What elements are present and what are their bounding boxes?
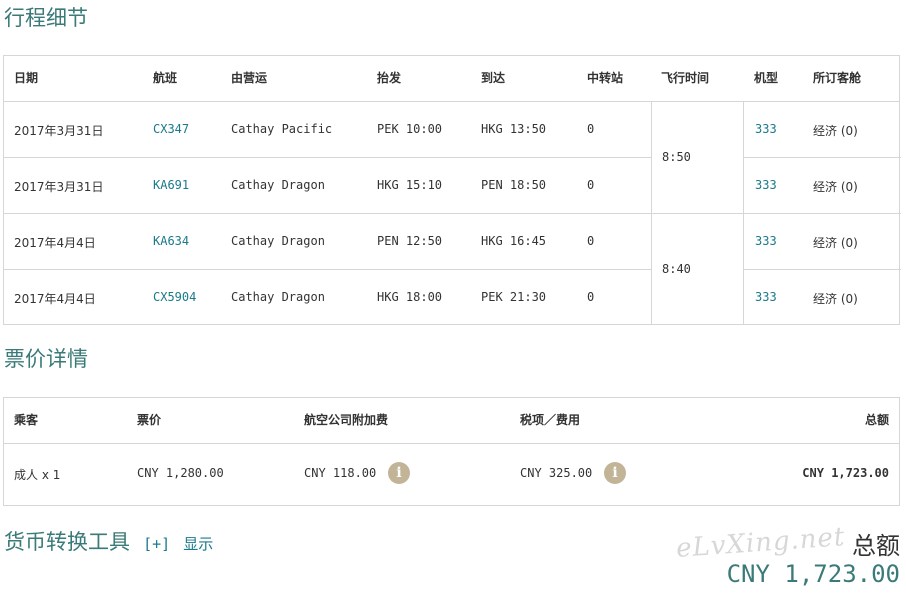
header-fare: 票价 — [137, 413, 162, 427]
row-divider — [4, 157, 651, 158]
aircraft-link[interactable]: 333 — [755, 122, 777, 136]
fare-amount: CNY 1,280.00 — [137, 466, 224, 480]
row-depart: HKG 15:10 — [377, 178, 443, 192]
info-icon[interactable]: i — [604, 462, 626, 484]
row-stops: 0 — [587, 122, 595, 136]
row-date: 2017年4月4日 — [14, 292, 96, 306]
row-arrive: HKG 16:45 — [481, 234, 547, 248]
converter-show-link[interactable]: 显示 — [183, 535, 213, 553]
flight-link[interactable]: KA634 — [153, 234, 189, 248]
watermark: eLvXing.net — [675, 522, 847, 564]
header-arrive: 到达 — [481, 71, 506, 85]
row-arrive: HKG 13:50 — [481, 122, 547, 136]
flight-link[interactable]: CX347 — [153, 122, 189, 136]
row-date: 2017年4月4日 — [14, 236, 96, 250]
header-surcharge: 航空公司附加费 — [304, 413, 389, 427]
row-depart: PEK 10:00 — [377, 122, 443, 136]
row-stops: 0 — [587, 234, 595, 248]
header-total: 总额 — [864, 413, 889, 427]
row-date: 2017年3月31日 — [14, 180, 104, 194]
row-depart: PEN 12:50 — [377, 234, 443, 248]
itinerary-table: 日期 航班 由营运 抬发 到达 中转站 飞行时间 机型 所订客舱 2017年3月… — [3, 55, 901, 325]
row-cabin: 经济 (0) — [813, 124, 858, 138]
flight-duration: 8:50 — [662, 150, 691, 164]
fare-header-row: 乘客 票价 航空公司附加费 税项／费用 总额 — [4, 398, 899, 444]
header-duration: 飞行时间 — [661, 71, 710, 85]
page: 行程细节 日期 航班 由营运 抬发 到达 中转站 飞行时间 机型 所订客舱 20… — [0, 0, 906, 594]
header-cabin: 所订客舱 — [813, 71, 862, 85]
header-passenger: 乘客 — [14, 413, 39, 427]
itinerary-header-row: 日期 航班 由营运 抬发 到达 中转站 飞行时间 机型 所订客舱 — [4, 56, 899, 102]
row-arrive: PEK 21:30 — [481, 290, 547, 304]
row-divider — [4, 213, 901, 214]
row-stops: 0 — [587, 290, 595, 304]
row-operator: Cathay Dragon — [231, 290, 325, 304]
flight-link[interactable]: CX5904 — [153, 290, 196, 304]
row-cabin: 经济 (0) — [813, 292, 858, 306]
fare-passenger: 成人 x 1 — [14, 468, 61, 482]
itinerary-title: 行程细节 — [4, 6, 88, 30]
currency-converter: 货币转换工具 [+] 显示 — [4, 526, 213, 556]
row-depart: HKG 18:00 — [377, 290, 443, 304]
fare-table: 乘客 票价 航空公司附加费 税项／费用 总额 成人 x 1 CNY 1,280.… — [3, 397, 900, 506]
row-operator: Cathay Dragon — [231, 234, 325, 248]
summary-total-label: 总额 — [852, 532, 900, 560]
row-operator: Cathay Dragon — [231, 178, 325, 192]
row-divider — [4, 269, 651, 270]
header-tax: 税项／费用 — [520, 413, 581, 427]
aircraft-link[interactable]: 333 — [755, 234, 777, 248]
surcharge-amount: CNY 118.00 — [304, 466, 377, 480]
aircraft-link[interactable]: 333 — [755, 178, 777, 192]
fare-total: CNY 1,723.00 — [802, 466, 889, 480]
row-cabin: 经济 (0) — [813, 180, 858, 194]
fare-title: 票价详情 — [4, 347, 88, 371]
header-operator: 由营运 — [231, 71, 268, 85]
duration-col-border-right — [743, 101, 744, 325]
header-aircraft: 机型 — [754, 71, 779, 85]
row-date: 2017年3月31日 — [14, 124, 104, 138]
header-flight: 航班 — [153, 71, 178, 85]
row-operator: Cathay Pacific — [231, 122, 333, 136]
header-date: 日期 — [14, 71, 39, 85]
tax-amount: CNY 325.00 — [520, 466, 593, 480]
row-divider — [744, 157, 901, 158]
row-stops: 0 — [587, 178, 595, 192]
summary-total-amount: CNY 1,723.00 — [726, 560, 900, 588]
row-arrive: PEN 18:50 — [481, 178, 547, 192]
flight-duration: 8:40 — [662, 262, 691, 276]
row-cabin: 经济 (0) — [813, 236, 858, 250]
converter-title: 货币转换工具 — [4, 530, 130, 554]
converter-toggle[interactable]: [+] — [143, 535, 170, 553]
header-stops: 中转站 — [587, 71, 624, 85]
flight-link[interactable]: KA691 — [153, 178, 189, 192]
header-depart: 抬发 — [377, 71, 402, 85]
info-icon[interactable]: i — [388, 462, 410, 484]
aircraft-link[interactable]: 333 — [755, 290, 777, 304]
row-divider — [744, 269, 901, 270]
duration-col-border-left — [651, 101, 652, 325]
